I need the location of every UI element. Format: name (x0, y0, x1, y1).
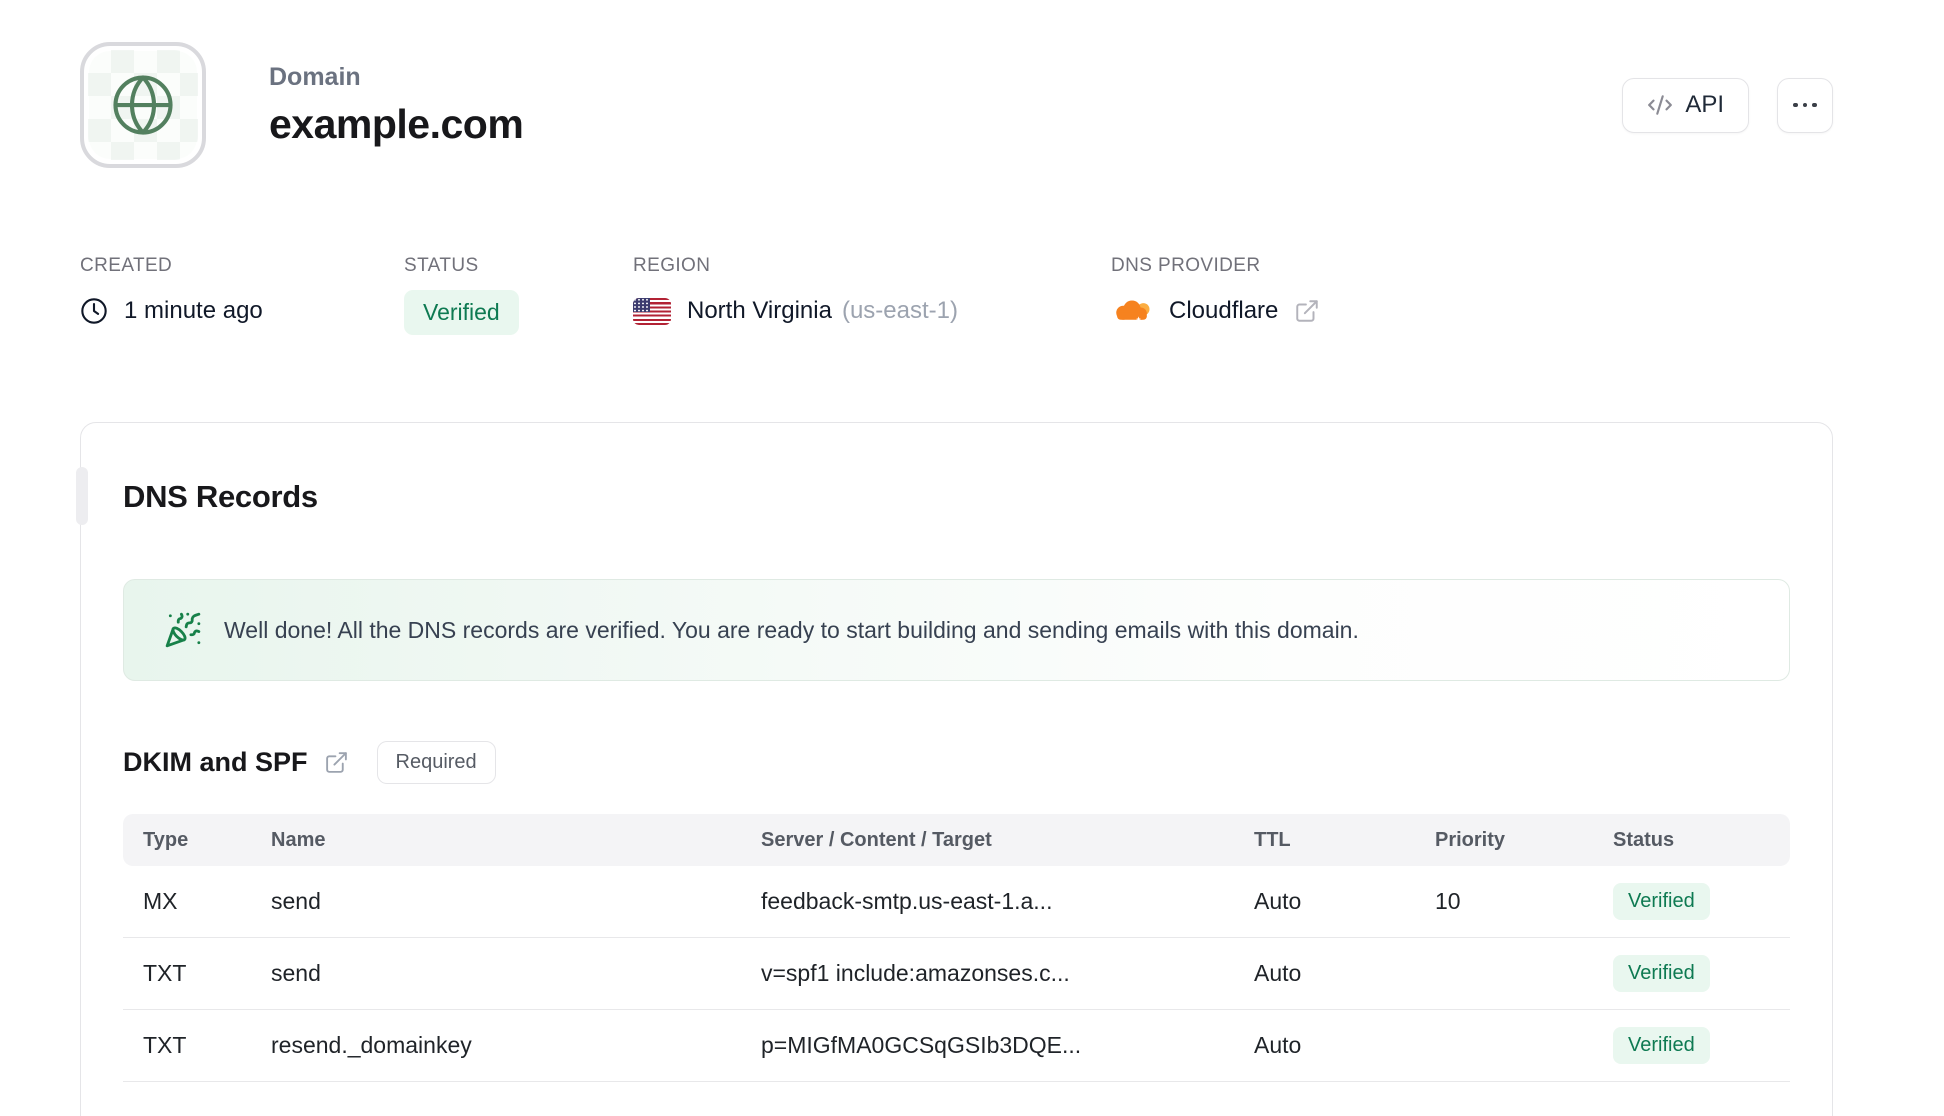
verified-badge: Verified (1613, 955, 1710, 992)
table-row: TXT send v=spf1 include:amazonses.c... A… (123, 938, 1790, 1010)
record-name: send (271, 960, 321, 986)
status-value: Verified (404, 290, 633, 335)
col-status: Status (1613, 828, 1675, 851)
record-type: MX (143, 888, 178, 914)
record-ttl: Auto (1254, 888, 1302, 914)
api-button[interactable]: API (1622, 77, 1749, 133)
created-label: CREATED (80, 255, 173, 276)
external-link-icon[interactable] (324, 750, 349, 775)
globe-icon (113, 75, 173, 135)
domain-detail-page: Domain example.com API CREATED 1 minute … (0, 42, 1944, 1116)
record-content: p=MIGfMA0GCSqGSIb3DQE... (761, 1032, 1082, 1058)
more-button[interactable] (1777, 77, 1833, 133)
dns-provider-value: Cloudflare (1111, 290, 1320, 332)
record-status: Verified (1613, 883, 1790, 920)
region-label: REGION (633, 255, 711, 276)
dns-records-card: DNS Records Well done! All the DNS recor… (76, 422, 1833, 1116)
dns-provider-label: DNS PROVIDER (1111, 255, 1261, 276)
record-name: resend._domainkey (271, 1032, 472, 1058)
code-icon (1648, 95, 1673, 115)
success-banner: Well done! All the DNS records are verif… (123, 579, 1790, 681)
meta-status: STATUS Verified (404, 255, 633, 335)
meta-region: REGION North Virginia (us-east-1) (633, 255, 1111, 335)
clock-icon (81, 298, 107, 324)
region-value: North Virginia (us-east-1) (633, 290, 1111, 332)
meta-dns-provider: DNS PROVIDER Cloudflare (1111, 255, 1320, 335)
col-name: Name (271, 828, 326, 851)
region-name: North Virginia (687, 297, 832, 324)
table-header-row: Type Name Server / Content / Target TTL … (123, 814, 1790, 866)
meta-created: CREATED 1 minute ago (80, 255, 404, 335)
record-type: TXT (143, 1032, 187, 1058)
record-name: send (271, 888, 321, 914)
page-title: example.com (269, 100, 524, 147)
header-actions: API (1622, 77, 1833, 133)
created-text: 1 minute ago (124, 297, 263, 324)
table-row: MX send feedback-smtp.us-east-1.a... Aut… (123, 866, 1790, 938)
record-ttl: Auto (1254, 960, 1302, 986)
external-link-icon[interactable] (1294, 298, 1320, 324)
domain-avatar (80, 42, 206, 168)
table-row: TXT resend._domainkey p=MIGfMA0GCSqGSIb3… (123, 1010, 1790, 1082)
ellipsis-icon (1793, 102, 1798, 108)
record-status: Verified (1613, 1027, 1790, 1064)
col-content: Server / Content / Target (761, 828, 992, 851)
record-status: Verified (1613, 955, 1790, 992)
col-type: Type (143, 828, 189, 851)
dkim-spf-header: DKIM and SPF Required (123, 741, 1790, 784)
region-code: (us-east-1) (841, 297, 958, 324)
ellipsis-icon (1802, 102, 1808, 108)
record-ttl: Auto (1254, 1032, 1302, 1058)
dns-records-title: DNS Records (123, 479, 318, 514)
domain-titles: Domain example.com (269, 62, 524, 148)
ellipsis-icon (1812, 102, 1817, 108)
success-banner-text: Well done! All the DNS records are verif… (224, 616, 1359, 643)
record-priority: 10 (1435, 888, 1461, 914)
status-badge: Verified (404, 290, 519, 335)
record-content: v=spf1 include:amazonses.c... (761, 960, 1070, 986)
verified-badge: Verified (1613, 883, 1710, 920)
party-popper-icon (165, 612, 201, 648)
created-value: 1 minute ago (80, 290, 404, 332)
dkim-spf-title: DKIM and SPF (123, 747, 308, 777)
col-ttl: TTL (1254, 828, 1291, 851)
card-notch (76, 467, 88, 525)
us-flag-icon (633, 297, 671, 325)
record-type: TXT (143, 960, 187, 986)
record-content: feedback-smtp.us-east-1.a... (761, 888, 1053, 914)
col-priority: Priority (1435, 828, 1506, 851)
verified-badge: Verified (1613, 1027, 1710, 1064)
dns-records-table: Type Name Server / Content / Target TTL … (123, 814, 1790, 1082)
dns-provider-name: Cloudflare (1169, 297, 1279, 324)
domain-kicker: Domain (269, 62, 361, 91)
domain-header: Domain example.com API (80, 42, 1833, 168)
required-badge: Required (376, 741, 496, 784)
api-button-label: API (1685, 91, 1724, 118)
domain-meta-row: CREATED 1 minute ago STATUS Verified REG… (80, 255, 1833, 335)
status-label: STATUS (404, 255, 479, 276)
cloudflare-icon (1116, 300, 1150, 322)
